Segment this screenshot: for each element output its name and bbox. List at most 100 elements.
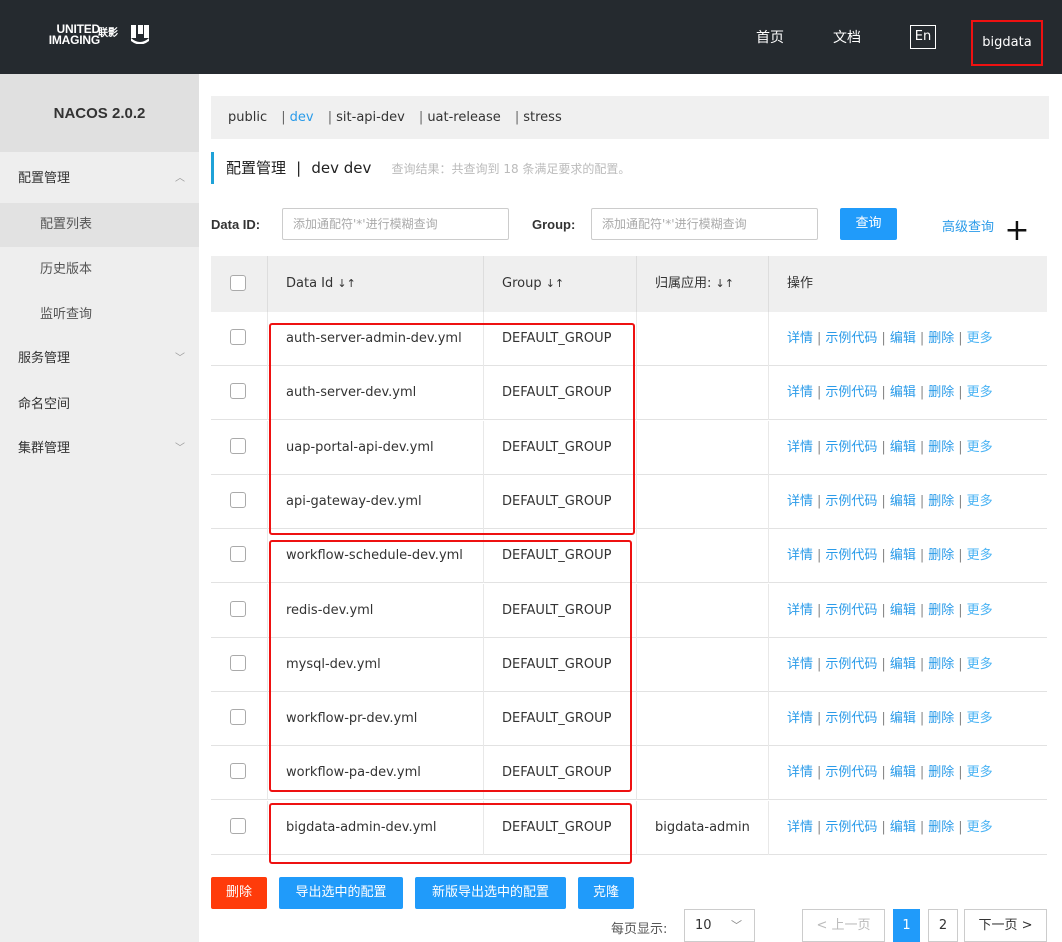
op-more-link[interactable]: 更多 [967,548,993,563]
sidebar-item-label: 配置管理 [18,171,71,186]
row-checkbox[interactable] [230,383,246,400]
group-label: Group: [532,217,576,232]
prev-page-button[interactable]: < 上一页 [802,909,885,942]
clone-button[interactable]: 克隆 [578,877,634,909]
row-checkbox[interactable] [230,763,246,780]
united-imaging-logo[interactable]: UNITED IMAGING 联影 [40,23,155,48]
op-delete-link[interactable]: 删除 [928,548,954,563]
op-edit-link[interactable]: 编辑 [890,657,916,672]
page-1-button[interactable]: 1 [893,909,920,942]
row-checkbox[interactable] [230,329,246,345]
op-detail-link[interactable]: 详情 [787,765,813,780]
op-more-link[interactable]: 更多 [967,657,993,672]
op-more-link[interactable]: 更多 [967,820,993,835]
op-sample-code-link[interactable]: 示例代码 [825,331,877,346]
op-delete-link[interactable]: 删除 [928,765,954,780]
row-checkbox[interactable] [230,491,246,508]
op-more-link[interactable]: 更多 [967,711,993,726]
sidebar: NACOS 2.0.2 配置管理 ︿ 配置列表 历史版本 监听查询 服务管理 ﹀… [0,74,199,942]
col-app[interactable]: 归属应用: ↓↑ [637,256,769,312]
sidebar-item-cluster-management[interactable]: 集群管理 ﹀ [0,427,199,471]
op-sample-code-link[interactable]: 示例代码 [825,711,877,726]
op-delete-link[interactable]: 删除 [928,820,954,835]
namespace-sit-api-dev[interactable]: sit-api-dev [336,110,405,125]
op-delete-link[interactable]: 删除 [928,440,954,455]
data-id-input[interactable]: 添加通配符'*'进行模糊查询 [282,208,509,240]
sidebar-item-history[interactable]: 历史版本 [0,248,199,292]
sidebar-item-listener-query[interactable]: 监听查询 [0,293,199,337]
nav-docs-link[interactable]: 文档 [833,27,861,47]
op-edit-link[interactable]: 编辑 [890,385,916,400]
sidebar-item-config-management[interactable]: 配置管理 ︿ [0,157,199,201]
op-delete-link[interactable]: 删除 [928,657,954,672]
op-detail-link[interactable]: 详情 [787,494,813,509]
next-page-button[interactable]: 下一页 > [964,909,1047,942]
op-more-link[interactable]: 更多 [967,765,993,780]
namespace-uat-release[interactable]: uat-release [427,110,500,125]
op-sample-code-link[interactable]: 示例代码 [825,385,877,400]
nav-home-link[interactable]: 首页 [756,27,784,47]
namespace-public[interactable]: public [228,110,267,125]
select-all-checkbox[interactable] [230,275,246,291]
op-delete-link[interactable]: 删除 [928,711,954,726]
row-checkbox[interactable] [230,437,246,454]
op-edit-link[interactable]: 编辑 [890,820,916,835]
op-more-link[interactable]: 更多 [967,331,993,346]
batch-delete-button[interactable]: 删除 [211,877,267,909]
row-checkbox[interactable] [230,654,246,671]
op-sample-code-link[interactable]: 示例代码 [825,657,877,672]
language-toggle-button[interactable]: En [910,25,936,49]
query-button[interactable]: 查询 [840,208,897,240]
namespace-dev[interactable]: dev [290,110,314,125]
col-group[interactable]: Group ↓↑ [484,256,637,312]
op-more-link[interactable]: 更多 [967,440,993,455]
op-edit-link[interactable]: 编辑 [890,711,916,726]
per-page-select[interactable]: 10 ﹀ [684,909,755,942]
export-selected-button[interactable]: 导出选中的配置 [279,877,403,909]
op-more-link[interactable]: 更多 [967,603,993,618]
add-config-button[interactable]: + [998,213,1036,251]
col-data-id[interactable]: Data Id ↓↑ [268,256,484,312]
op-delete-link[interactable]: 删除 [928,331,954,346]
op-sample-code-link[interactable]: 示例代码 [825,765,877,780]
op-sample-code-link[interactable]: 示例代码 [825,494,877,509]
op-more-link[interactable]: 更多 [967,494,993,509]
sidebar-item-service-management[interactable]: 服务管理 ﹀ [0,337,199,381]
sidebar-item-namespace[interactable]: 命名空间 [0,383,199,427]
op-sample-code-link[interactable]: 示例代码 [825,440,877,455]
op-edit-link[interactable]: 编辑 [890,331,916,346]
op-sample-code-link[interactable]: 示例代码 [825,548,877,563]
page-2-button[interactable]: 2 [928,909,958,942]
sidebar-item-config-list[interactable]: 配置列表 [0,203,199,247]
op-edit-link[interactable]: 编辑 [890,494,916,509]
op-detail-link[interactable]: 详情 [787,548,813,563]
row-checkbox[interactable] [230,600,246,617]
op-edit-link[interactable]: 编辑 [890,440,916,455]
namespace-stress[interactable]: stress [523,110,561,125]
op-delete-link[interactable]: 删除 [928,385,954,400]
op-detail-link[interactable]: 详情 [787,657,813,672]
op-edit-link[interactable]: 编辑 [890,765,916,780]
op-delete-link[interactable]: 删除 [928,494,954,509]
table-row: bigdata-admin-dev.yml DEFAULT_GROUP bigdat… [211,800,1047,855]
op-detail-link[interactable]: 详情 [787,711,813,726]
op-detail-link[interactable]: 详情 [787,331,813,346]
row-checkbox[interactable] [230,709,246,726]
op-detail-link[interactable]: 详情 [787,603,813,618]
row-operations: 详情 | 示例代码 | 编辑 | 删除 | 更多 [787,656,993,672]
group-input[interactable]: 添加通配符'*'进行模糊查询 [591,208,818,240]
op-edit-link[interactable]: 编辑 [890,548,916,563]
op-sample-code-link[interactable]: 示例代码 [825,820,877,835]
row-checkbox[interactable] [230,817,246,834]
op-sample-code-link[interactable]: 示例代码 [825,603,877,618]
op-detail-link[interactable]: 详情 [787,820,813,835]
op-more-link[interactable]: 更多 [967,385,993,400]
advanced-query-link[interactable]: 高级查询 [942,216,994,235]
op-detail-link[interactable]: 详情 [787,440,813,455]
export-selected-new-button[interactable]: 新版导出选中的配置 [415,877,566,909]
op-detail-link[interactable]: 详情 [787,385,813,400]
row-checkbox[interactable] [230,546,246,563]
op-delete-link[interactable]: 删除 [928,603,954,618]
op-edit-link[interactable]: 编辑 [890,603,916,618]
user-menu[interactable]: bigdata [971,20,1043,66]
